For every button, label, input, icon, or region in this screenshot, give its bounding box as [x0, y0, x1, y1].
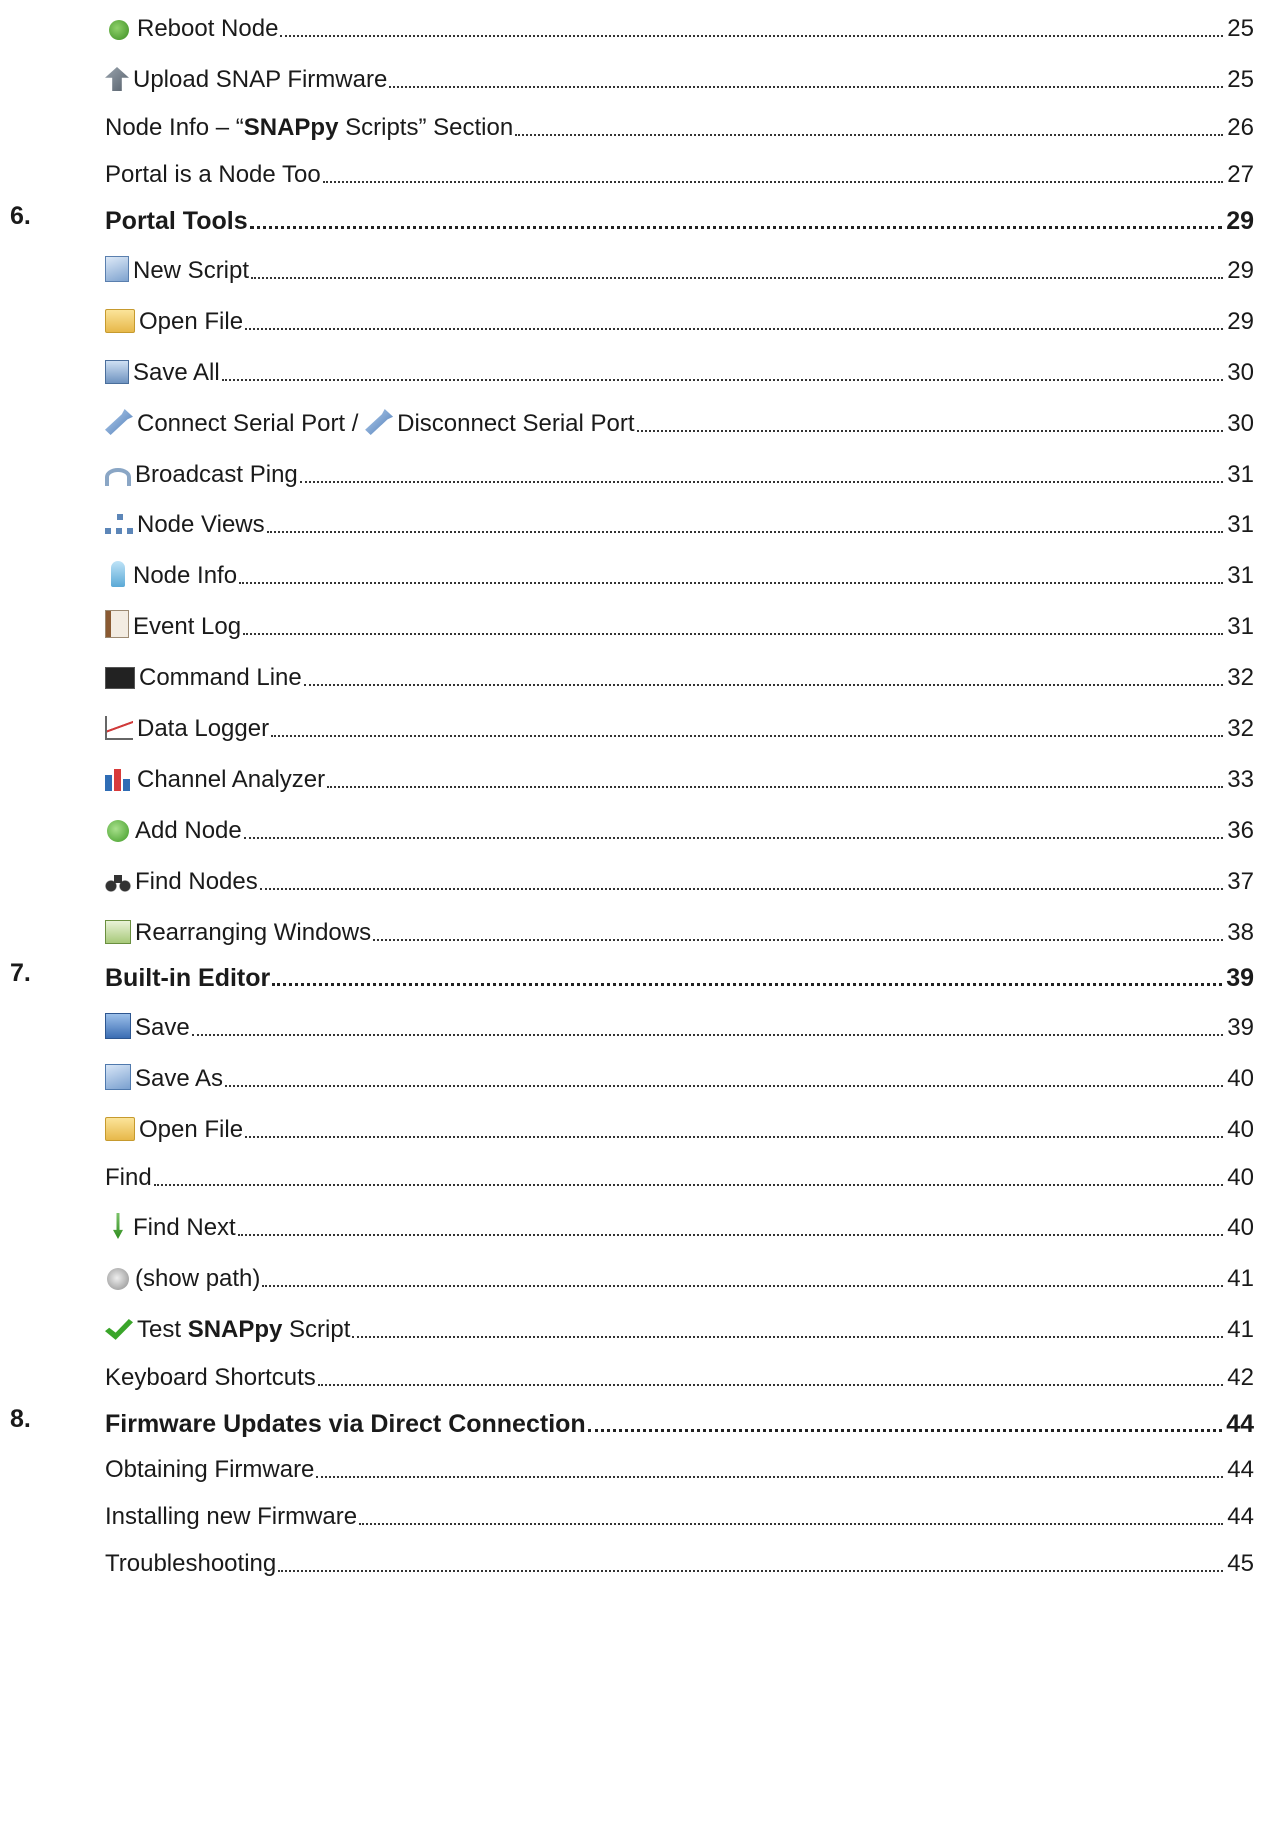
node-views-icon: [105, 514, 133, 536]
page-number: 29: [1226, 207, 1254, 235]
chapter-number: 6.: [10, 202, 31, 230]
toc-entry[interactable]: Save 39: [0, 1005, 1263, 1045]
page-number: 30: [1227, 359, 1254, 386]
page-number: 41: [1227, 1316, 1254, 1343]
toc-entry[interactable]: Event Log 31: [0, 604, 1263, 644]
add-node-icon: [107, 820, 129, 842]
channel-analyzer-icon: [105, 769, 133, 791]
open-folder-icon: [105, 309, 135, 333]
toc-chapter[interactable]: 7. Built-in Editor 39: [0, 955, 1263, 995]
toc-entry[interactable]: Installing new Firmware 44: [0, 1494, 1263, 1534]
toc-entry[interactable]: Add Node 36: [0, 808, 1263, 848]
page-number: 32: [1227, 664, 1254, 691]
page-number: 39: [1227, 1014, 1254, 1041]
toc-entry[interactable]: Channel Analyzer 33: [0, 757, 1263, 797]
toc-entry[interactable]: New Script 29: [0, 248, 1263, 288]
node-info-icon: [111, 561, 125, 587]
toc-entry[interactable]: Node Views 31: [0, 502, 1263, 542]
page-number: 33: [1227, 766, 1254, 793]
event-log-icon: [105, 610, 129, 638]
page-number: 37: [1227, 868, 1254, 895]
page-number: 31: [1227, 461, 1254, 488]
page-number: 41: [1227, 1265, 1254, 1292]
page-number: 40: [1227, 1065, 1254, 1092]
page-number: 44: [1227, 1503, 1254, 1530]
toc-entry[interactable]: Reboot Node 25: [0, 6, 1263, 46]
save-as-icon: [105, 1064, 131, 1090]
serial-plug-icon: [105, 409, 133, 435]
page-number: 31: [1227, 613, 1254, 640]
check-icon: [105, 1319, 133, 1340]
save-disk-icon: [105, 1013, 131, 1039]
page-number: 44: [1227, 1456, 1254, 1483]
page-number: 31: [1227, 562, 1254, 589]
page-number: 25: [1227, 15, 1254, 42]
toc-entry[interactable]: Open File 29: [0, 299, 1263, 339]
toc-entry[interactable]: Broadcast Ping 31: [0, 452, 1263, 492]
page-number: 25: [1227, 66, 1254, 93]
toc-entry[interactable]: Find Next 40: [0, 1205, 1263, 1245]
page-number: 40: [1227, 1164, 1254, 1191]
page-number: 45: [1227, 1550, 1254, 1577]
toc-chapter[interactable]: 6. Portal Tools 29: [0, 198, 1263, 238]
chapter-number: 8.: [10, 1405, 31, 1433]
toc-entry[interactable]: Keyboard Shortcuts 42: [0, 1355, 1263, 1395]
toc-chapter[interactable]: 8. Firmware Updates via Direct Connectio…: [0, 1401, 1263, 1441]
serial-plug-icon: [365, 409, 394, 435]
page-number: 44: [1226, 1410, 1254, 1438]
page-number: 31: [1227, 511, 1254, 538]
toc-entry[interactable]: Portal is a Node Too 27: [0, 152, 1263, 192]
page-number: 42: [1227, 1364, 1254, 1391]
toc-entry[interactable]: Rearranging Windows 38: [0, 910, 1263, 950]
broadcast-ping-icon: [105, 468, 131, 486]
page-number: 40: [1227, 1214, 1254, 1241]
toc-entry[interactable]: Save All 30: [0, 350, 1263, 390]
toc-entry[interactable]: Data Logger 32: [0, 706, 1263, 746]
page-number: 39: [1226, 964, 1254, 992]
page-number: 38: [1227, 919, 1254, 946]
toc-entry[interactable]: Upload SNAP Firmware 25: [0, 57, 1263, 97]
toc-entry[interactable]: Obtaining Firmware 44: [0, 1447, 1263, 1487]
show-path-icon: [107, 1268, 129, 1290]
upload-firmware-icon: [105, 67, 129, 91]
toc-entry[interactable]: Node Info 31: [0, 553, 1263, 593]
find-next-arrow-icon: [113, 1213, 123, 1239]
toc-entry[interactable]: Command Line 32: [0, 655, 1263, 695]
page-number: 40: [1227, 1116, 1254, 1143]
find-nodes-icon: [105, 873, 131, 893]
toc-entry[interactable]: Find 40: [0, 1155, 1263, 1195]
page-number: 26: [1227, 114, 1254, 141]
toc-entry[interactable]: Find Nodes 37: [0, 859, 1263, 899]
reboot-icon: [109, 20, 129, 40]
page-number: 27: [1227, 161, 1254, 188]
toc-entry[interactable]: Node Info – “SNAPpy Scripts” Section 26: [0, 105, 1263, 145]
page-number: 32: [1227, 715, 1254, 742]
toc-entry[interactable]: Save As 40: [0, 1056, 1263, 1096]
toc-entry[interactable]: Open File 40: [0, 1107, 1263, 1147]
toc-entry[interactable]: Test SNAPpy Script 41: [0, 1307, 1263, 1347]
data-logger-icon: [105, 716, 133, 740]
toc-entry[interactable]: Troubleshooting 45: [0, 1541, 1263, 1581]
command-line-icon: [105, 667, 135, 689]
toc-entry[interactable]: Connect Serial Port / Disconnect Serial …: [0, 401, 1263, 441]
page-number: 29: [1227, 308, 1254, 335]
page-number: 29: [1227, 257, 1254, 284]
open-folder-icon: [105, 1117, 135, 1141]
toc-entry[interactable]: (show path) 41: [0, 1256, 1263, 1296]
rearrange-windows-icon: [105, 920, 131, 944]
new-script-icon: [105, 256, 129, 282]
save-all-icon: [105, 360, 129, 384]
page-number: 36: [1227, 817, 1254, 844]
page-number: 30: [1227, 410, 1254, 437]
chapter-number: 7.: [10, 959, 31, 987]
